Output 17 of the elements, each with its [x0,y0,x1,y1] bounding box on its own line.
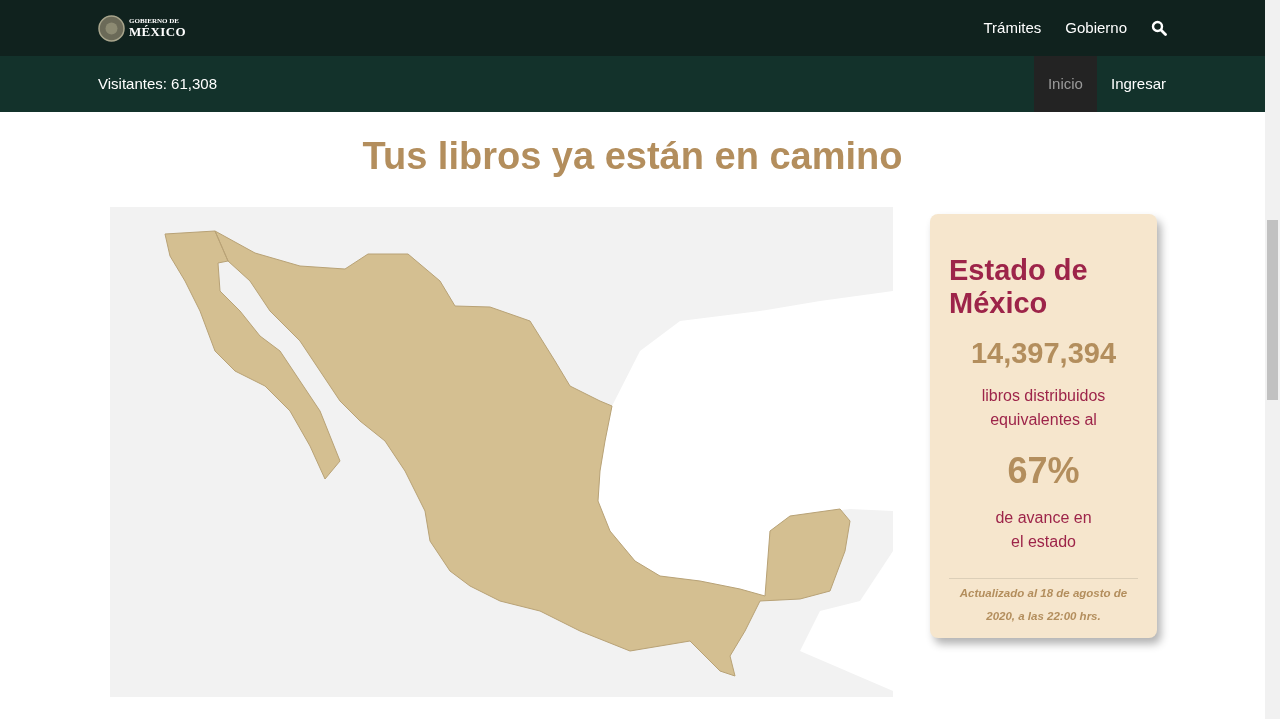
nav-link[interactable]: Gobierno [1065,16,1127,40]
update-note: Actualizado al 18 de agosto de 2020, a las 22:00 hrs. [958,585,1129,624]
books-caption: libros distribuidos equivalentes al [980,385,1107,430]
logo-text: MÉXICO [129,25,186,38]
progress-caption: de avance en el estado [994,507,1093,552]
page-title: Tus libros ya están en camino [362,134,903,179]
coat-of-arms-icon [98,14,125,42]
search-icon[interactable] [1151,20,1167,36]
nav-link[interactable]: Trámites [983,16,1042,40]
progress-percent: 67% [1006,448,1081,493]
visitor-counter: Visitantes: 61,308 [98,73,217,94]
state-name: Estado de México [949,254,1089,320]
nav-tab[interactable]: Ingresar [1096,56,1166,112]
books-count: 14,397,394 [969,336,1118,371]
scrollbar[interactable] [1265,0,1280,719]
nav-tab[interactable]: Inicio [1033,56,1097,112]
scrollbar-thumb[interactable] [1267,220,1278,400]
